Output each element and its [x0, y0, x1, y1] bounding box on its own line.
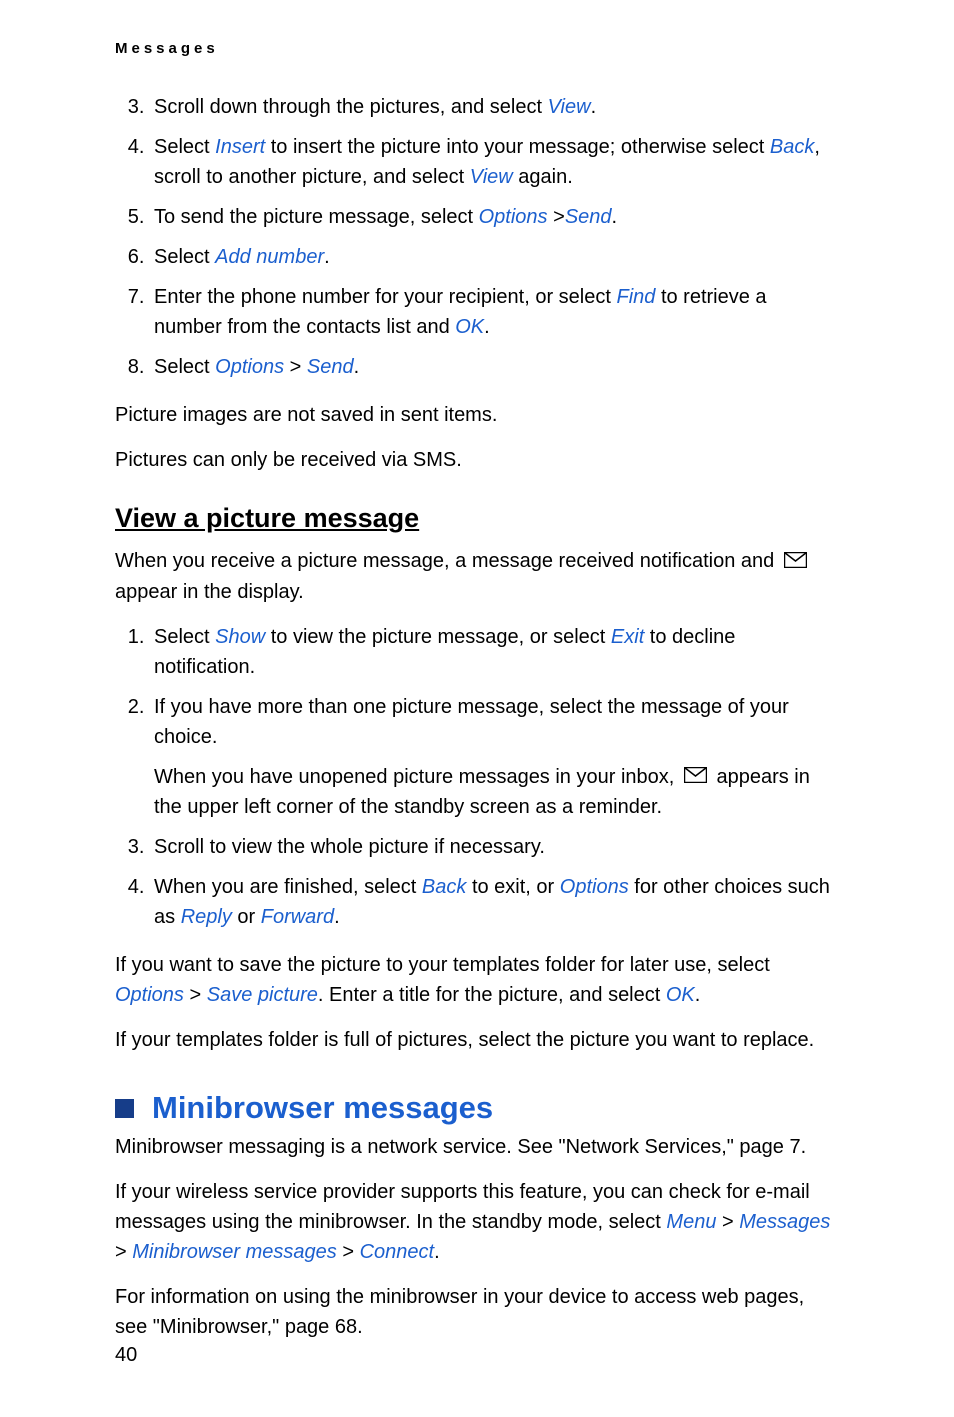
- step-4: Select Insert to insert the picture into…: [150, 132, 839, 192]
- steps-list-1: Scroll down through the pictures, and se…: [115, 92, 839, 382]
- link-save-picture: Save picture: [207, 984, 318, 1006]
- step-5: To send the picture message, select Opti…: [150, 202, 839, 232]
- link-minibrowser-messages: Minibrowser messages: [132, 1241, 337, 1263]
- link-options: Options: [215, 356, 284, 378]
- paragraph-mini-path: If your wireless service provider suppor…: [115, 1177, 839, 1267]
- link-show: Show: [215, 626, 265, 648]
- heading-view-picture-message: View a picture message: [115, 503, 839, 534]
- link-options: Options: [479, 206, 548, 228]
- link-view: View: [470, 166, 513, 188]
- link-messages: Messages: [739, 1211, 830, 1233]
- paragraph: Minibrowser messaging is a network servi…: [115, 1132, 839, 1162]
- step-7: Enter the phone number for your recipien…: [150, 282, 839, 342]
- paragraph: Pictures can only be received via SMS.: [115, 445, 839, 475]
- link-back: Back: [422, 876, 466, 898]
- link-ok: OK: [455, 316, 484, 338]
- step-4: When you are finished, select Back to ex…: [150, 872, 839, 932]
- link-find: Find: [616, 286, 655, 308]
- mail-icon: [784, 547, 807, 577]
- step-2: If you have more than one picture messag…: [150, 692, 839, 823]
- link-send: Send: [307, 356, 354, 378]
- paragraph: If your templates folder is full of pict…: [115, 1025, 839, 1055]
- step-6: Select Add number.: [150, 242, 839, 272]
- link-view: View: [548, 96, 591, 118]
- paragraph-save-picture: If you want to save the picture to your …: [115, 950, 839, 1010]
- link-ok: OK: [666, 984, 695, 1006]
- page-number: 40: [115, 1344, 137, 1367]
- link-add-number: Add number: [215, 246, 324, 268]
- link-reply: Reply: [181, 906, 232, 928]
- paragraph: For information on using the minibrowser…: [115, 1282, 839, 1342]
- link-back: Back: [770, 136, 814, 158]
- header-section-title: Messages: [115, 40, 839, 57]
- step-8: Select Options > Send.: [150, 352, 839, 382]
- square-bullet-icon: [115, 1099, 134, 1118]
- link-forward: Forward: [261, 906, 334, 928]
- step-1: Select Show to view the picture message,…: [150, 622, 839, 682]
- link-options: Options: [115, 984, 184, 1006]
- link-menu: Menu: [666, 1211, 716, 1233]
- link-connect: Connect: [360, 1241, 435, 1263]
- link-send: Send: [565, 206, 612, 228]
- step-3: Scroll down through the pictures, and se…: [150, 92, 839, 122]
- mail-icon: [684, 762, 707, 792]
- link-insert: Insert: [215, 136, 265, 158]
- heading-minibrowser-messages: Minibrowser messages: [115, 1090, 839, 1126]
- link-options: Options: [560, 876, 629, 898]
- sub-paragraph: When you have unopened picture messages …: [154, 762, 839, 823]
- paragraph: Picture images are not saved in sent ite…: [115, 400, 839, 430]
- paragraph-view-intro: When you receive a picture message, a me…: [115, 546, 839, 607]
- steps-list-2: Select Show to view the picture message,…: [115, 622, 839, 933]
- step-3: Scroll to view the whole picture if nece…: [150, 832, 839, 862]
- page: Messages Scroll down through the picture…: [0, 0, 954, 1417]
- link-exit: Exit: [611, 626, 644, 648]
